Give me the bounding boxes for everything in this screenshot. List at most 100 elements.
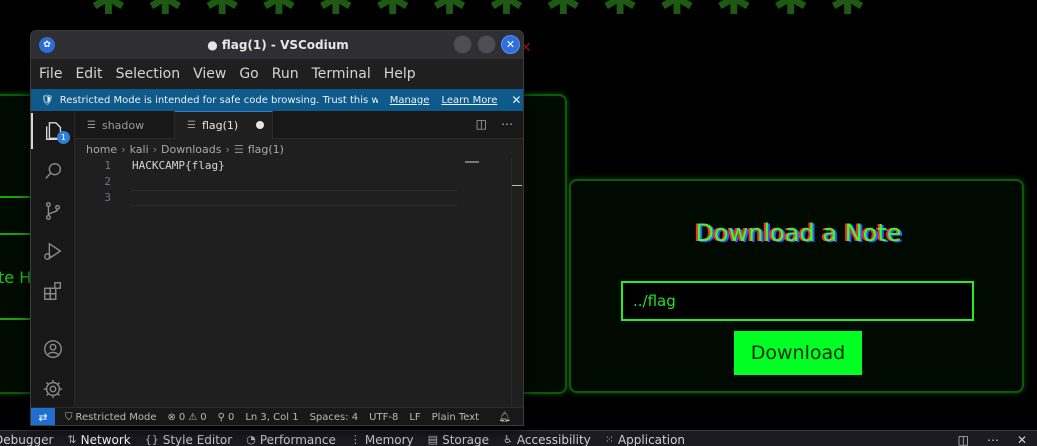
menu-help[interactable]: Help — [384, 66, 416, 82]
application-icon: ⁙ — [604, 433, 614, 446]
devtools-close-icon[interactable]: ✕ — [1017, 433, 1027, 446]
banner-close-icon[interactable]: ✕ — [511, 93, 521, 107]
editor-tabs: ☰ shadow ☰ flag(1) ◫ ⋯ — [75, 111, 523, 139]
scrollbar-cursor-marker — [512, 185, 522, 186]
settings-gear-icon[interactable] — [31, 371, 75, 407]
unsaved-dot-icon[interactable] — [256, 121, 264, 129]
eol-status[interactable]: LF — [409, 412, 420, 423]
devtools-tab-label: Accessibility — [516, 433, 591, 446]
title-bar[interactable]: ✿ ● flag(1) - VSCodium ✕ — [31, 31, 523, 59]
search-icon[interactable] — [31, 153, 75, 189]
restricted-mode-status[interactable]: ⛉ Restricted Mode — [65, 412, 157, 423]
devtools-tab-application[interactable]: ⁙ Application — [605, 431, 685, 446]
maximize-button[interactable] — [477, 35, 496, 54]
restricted-mode-banner: 🛡 Restricted Mode is intended for safe c… — [31, 89, 523, 111]
devtools-tab-performance[interactable]: ◔ Performance — [246, 431, 336, 446]
menu-view[interactable]: View — [193, 66, 226, 82]
devtools-tab-memory[interactable]: ⋮ Memory — [350, 431, 414, 446]
file-lines-icon: ☰ — [187, 120, 196, 131]
chevron-right-icon: › — [152, 142, 158, 156]
code-line[interactable]: HACKCAMP{flag} — [132, 158, 225, 174]
line-number: 1 — [104, 159, 111, 172]
menu-terminal[interactable]: Terminal — [312, 66, 371, 82]
filename-input[interactable]: ../flag — [621, 281, 974, 321]
more-options-icon[interactable]: ⋯ — [987, 433, 999, 446]
cursor-position[interactable]: Ln 3, Col 1 — [245, 412, 298, 423]
file-lines-icon: ☰ — [87, 119, 96, 131]
left-panel-line — [0, 318, 30, 320]
explorer-badge: 1 — [57, 131, 70, 144]
devtools-toolbar: Debugger ⇅Network {}Style Editor ◔Perfor… — [0, 430, 1037, 446]
devtools-tab-style-editor[interactable]: {} Style Editor — [145, 431, 232, 446]
devtools-tab-accessibility[interactable]: ♿ Accessibility — [503, 431, 591, 446]
remote-indicator-icon[interactable]: ⇄ — [31, 407, 55, 425]
problems-status[interactable]: ⊗ 0 ⚠ 0 — [168, 412, 207, 423]
devtools-tab-debugger[interactable]: Debugger — [0, 431, 53, 446]
language-mode[interactable]: Plain Text — [432, 412, 479, 423]
account-icon[interactable] — [31, 331, 75, 367]
more-actions-icon[interactable]: ⋯ — [501, 117, 513, 131]
devtools-tab-label: Debugger — [0, 433, 54, 446]
encoding-status[interactable]: UTF-8 — [369, 412, 398, 423]
tab-label: flag(1) — [201, 119, 239, 132]
devtools-tab-label: Storage — [442, 433, 490, 446]
learn-more-link[interactable]: Learn More — [441, 95, 497, 106]
breadcrumb-item[interactable]: kali — [130, 143, 149, 156]
tab-shadow[interactable]: ☰ shadow — [75, 111, 175, 139]
ports-count: 0 — [227, 412, 235, 423]
memory-icon: ⋮ — [349, 433, 361, 446]
left-panel-text: te H — [0, 268, 32, 287]
devtools-tab-label: Application — [617, 433, 686, 446]
devtools-tab-label: Memory — [364, 433, 414, 446]
activity-bar: 1 — [31, 111, 75, 407]
download-button[interactable]: Download — [734, 331, 862, 375]
warning-count: 0 — [200, 412, 207, 423]
current-line-highlight — [131, 190, 457, 206]
restricted-mode-label: Restricted Mode — [75, 412, 157, 423]
run-debug-icon[interactable] — [31, 233, 75, 269]
file-lines-icon: ☰ — [233, 142, 244, 156]
breadcrumb-item[interactable]: Downloads — [161, 143, 221, 156]
line-number: 2 — [104, 175, 111, 188]
ports-status[interactable]: ⚲ 0 — [218, 412, 235, 423]
breadcrumb-item[interactable]: flag(1) — [248, 143, 284, 156]
devtools-tab-storage[interactable]: ▤ Storage — [428, 431, 489, 446]
indentation-status[interactable]: Spaces: 4 — [310, 412, 359, 423]
chevron-right-icon: › — [121, 142, 126, 156]
explorer-icon[interactable]: 1 — [31, 113, 75, 149]
menu-go[interactable]: Go — [239, 66, 258, 82]
menu-selection[interactable]: Selection — [116, 66, 181, 82]
dock-icon[interactable]: ◫ — [958, 433, 969, 446]
line-number: 3 — [104, 191, 111, 204]
warning-icon: ⚠ — [188, 412, 198, 423]
breadcrumb: home › kali › Downloads › ☰ flag(1) — [75, 140, 523, 158]
shield-icon: 🛡 — [41, 94, 54, 106]
performance-icon: ◔ — [246, 433, 256, 446]
devtools-tab-network[interactable]: ⇅ Network — [67, 431, 130, 446]
tab-flag[interactable]: ☰ flag(1) — [175, 111, 273, 139]
notifications-bell-icon[interactable]: 🔔︎ — [498, 412, 511, 423]
close-button[interactable]: ✕ — [501, 35, 520, 54]
breadcrumb-item[interactable]: home — [86, 143, 117, 156]
source-control-icon[interactable] — [31, 193, 75, 229]
download-note-panel: Download a Note ../flag Download — [569, 179, 1024, 393]
devtools-tab-label: Style Editor — [162, 433, 233, 446]
vscodium-window: ✿ ● flag(1) - VSCodium ✕ File Edit Selec… — [30, 30, 524, 426]
code-editor[interactable]: 1 2 3 HACKCAMP{flag} — [75, 158, 523, 407]
minimap[interactable] — [465, 161, 479, 163]
manage-link[interactable]: Manage — [390, 95, 430, 106]
window-title: ● flag(1) - VSCodium — [207, 38, 349, 52]
minimize-button[interactable] — [453, 35, 472, 54]
menu-file[interactable]: File — [39, 66, 62, 82]
vertical-scrollbar[interactable] — [511, 158, 523, 407]
chevron-right-icon: › — [225, 142, 230, 156]
menu-edit[interactable]: Edit — [75, 66, 102, 82]
desktop-stage: ✱ ✱ ✱ ✱ ✱ ✱ ✱ ✱ ✱ ✱ ✱ ✱ ✱ ✱ ✕ te H Downl… — [0, 0, 1037, 446]
extensions-icon[interactable] — [31, 273, 75, 309]
tab-label: shadow — [101, 118, 145, 132]
menu-run[interactable]: Run — [272, 66, 299, 82]
antenna-icon: ⚲ — [217, 412, 225, 423]
devtools-tab-label: Performance — [259, 433, 336, 446]
left-panel-line — [0, 196, 30, 198]
split-editor-icon[interactable]: ◫ — [476, 117, 487, 131]
